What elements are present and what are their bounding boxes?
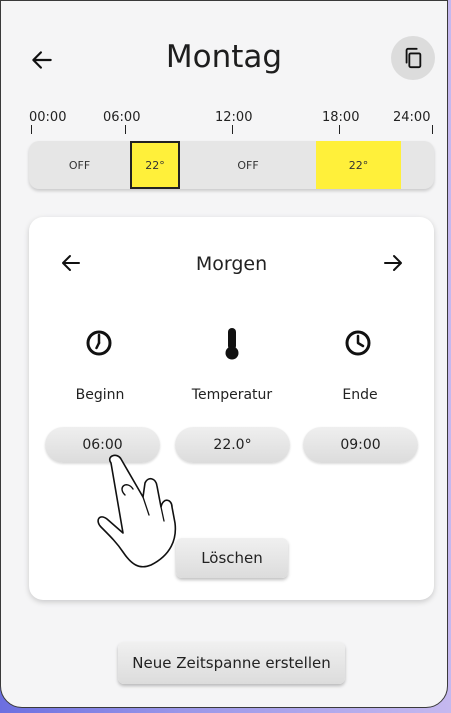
tick-label: 18:00 xyxy=(322,110,360,125)
screen: Montag 00:00 06:00 12:00 18:00 24:00 OFF… xyxy=(0,0,448,708)
create-time-span-button[interactable]: Neue Zeitspanne erstellen xyxy=(118,642,345,684)
copy-button[interactable] xyxy=(391,36,435,80)
page-title: Montag xyxy=(165,39,283,75)
timeline-bar: OFF 22° OFF 22° xyxy=(29,141,434,189)
tick-mark xyxy=(339,125,340,134)
timeline-segment-on-selected[interactable]: 22° xyxy=(130,141,180,189)
end-label: Ende xyxy=(342,387,378,403)
timeline-segment-off[interactable]: OFF xyxy=(29,141,130,189)
tick-mark xyxy=(125,125,126,134)
next-period-button[interactable] xyxy=(381,251,405,275)
temperature-label: Temperatur xyxy=(191,387,273,403)
start-time-button[interactable]: 06:00 xyxy=(45,427,160,463)
tick-label: 06:00 xyxy=(103,110,141,125)
temperature-button[interactable]: 22.0° xyxy=(175,427,290,463)
tick-label: 12:00 xyxy=(215,110,253,125)
copy-icon xyxy=(405,47,422,69)
delete-button[interactable]: Löschen xyxy=(176,538,288,578)
tick-mark xyxy=(31,125,32,134)
end-time-button[interactable]: 09:00 xyxy=(303,427,418,463)
start-label: Beginn xyxy=(75,387,125,403)
tick-mark xyxy=(232,125,233,134)
tick-mark xyxy=(432,125,433,134)
period-card: Morgen Beginn Temperatur Ende 06:00 22.0… xyxy=(29,217,434,600)
thermometer-icon xyxy=(225,328,239,360)
arrow-right-icon xyxy=(384,255,402,271)
timeline-segment-off[interactable]: OFF xyxy=(180,141,316,189)
timeline-segment-on[interactable]: 22° xyxy=(316,141,401,189)
clock-end-icon xyxy=(345,330,371,356)
tick-label: 00:00 xyxy=(29,110,67,125)
period-title: Morgen xyxy=(195,253,268,275)
clock-start-icon xyxy=(86,330,112,356)
tick-label: 24:00 xyxy=(393,110,431,125)
